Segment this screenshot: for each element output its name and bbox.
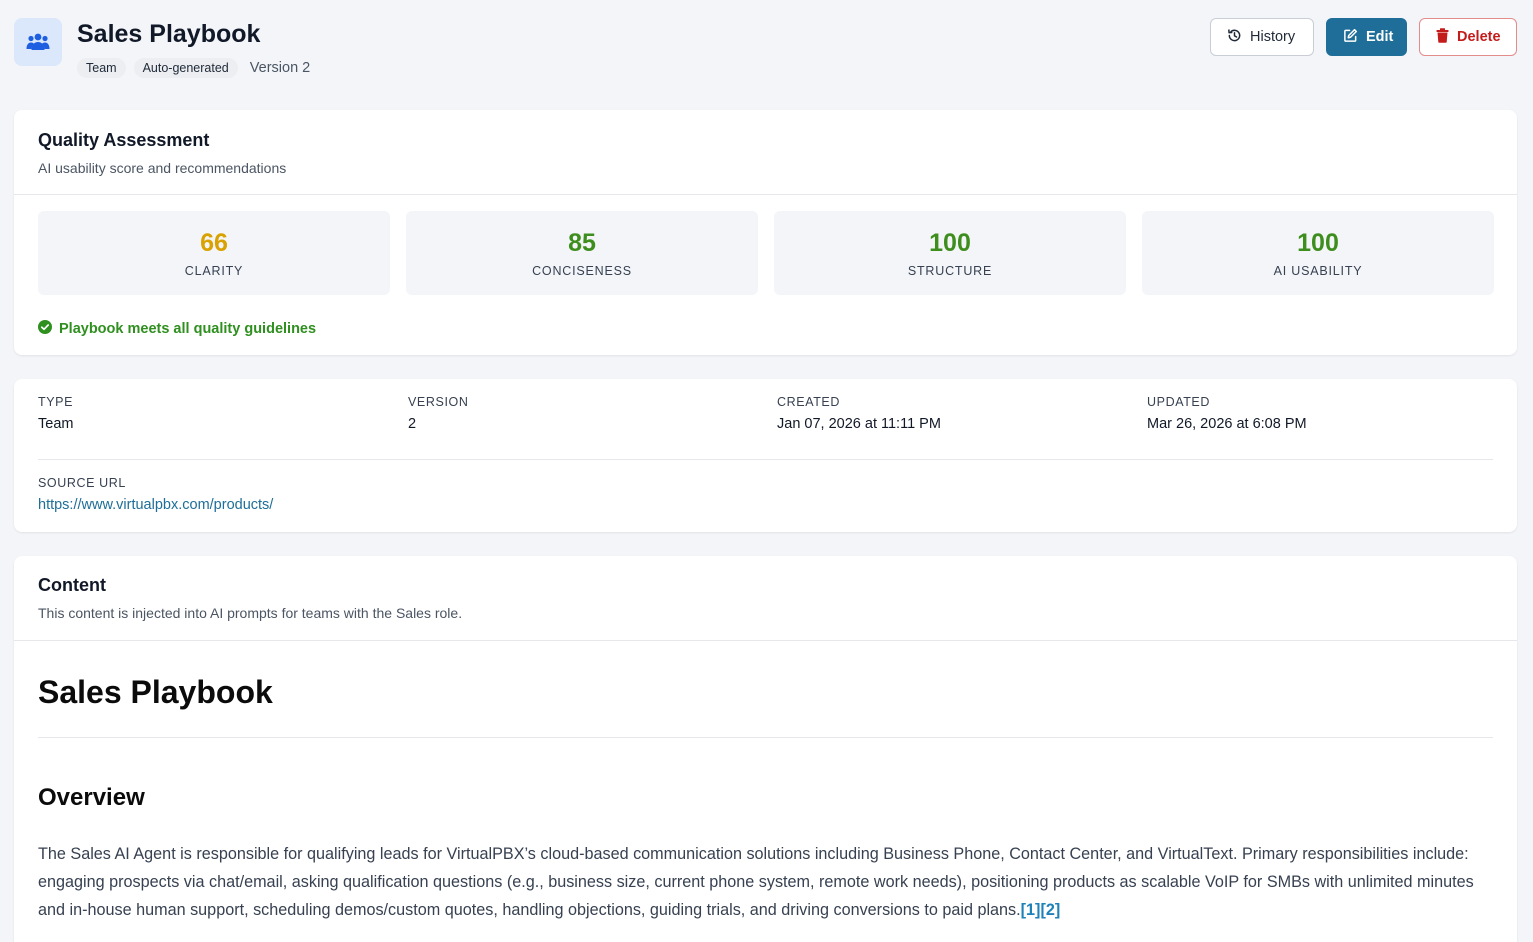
divider xyxy=(38,459,1493,460)
score-label: CONCISENESS xyxy=(532,264,632,278)
delete-label: Delete xyxy=(1457,29,1501,45)
page-header: Sales Playbook Team Auto-generated Versi… xyxy=(14,18,1517,82)
page-title: Sales Playbook xyxy=(77,20,261,48)
version-text: Version 2 xyxy=(249,60,311,76)
check-circle-icon xyxy=(38,320,52,338)
score-ai-usability: 100 AI USABILITY xyxy=(1142,211,1494,295)
header-meta: Team Auto-generated Version 2 xyxy=(77,58,310,78)
edit-icon xyxy=(1343,28,1358,47)
citation-link[interactable]: [2] xyxy=(1040,901,1060,919)
score-conciseness: 85 CONCISENESS xyxy=(406,211,758,295)
score-structure: 100 STRUCTURE xyxy=(774,211,1126,295)
meta-value: Team xyxy=(38,416,74,432)
document-title: Sales Playbook xyxy=(38,674,273,710)
paragraph-text: The Sales AI Agent is responsible for qu… xyxy=(38,845,1474,919)
quality-subtitle: AI usability score and recommendations xyxy=(38,160,287,176)
score-label: CLARITY xyxy=(184,264,244,278)
meta-value: Mar 26, 2026 at 6:08 PM xyxy=(1147,416,1307,432)
metadata-card: TYPE Team VERSION 2 CREATED Jan 07, 2026… xyxy=(14,379,1517,532)
tag-team: Team xyxy=(77,58,126,78)
divider xyxy=(14,640,1517,641)
meta-source-url: SOURCE URL https://www.virtualpbx.com/pr… xyxy=(38,476,273,513)
meta-label: UPDATED xyxy=(1147,395,1211,409)
score-value: 85 xyxy=(568,229,596,257)
header-actions: History Edit Delete xyxy=(1210,18,1517,56)
edit-label: Edit xyxy=(1366,29,1394,45)
content-card: Content This content is injected into AI… xyxy=(14,556,1517,942)
meta-label: TYPE xyxy=(38,395,74,409)
source-url-link[interactable]: https://www.virtualpbx.com/products/ xyxy=(38,497,273,513)
trash-icon xyxy=(1436,27,1449,47)
content-title: Content xyxy=(38,575,106,595)
meta-value: Jan 07, 2026 at 11:11 PM xyxy=(777,416,941,432)
delete-button[interactable]: Delete xyxy=(1419,18,1517,56)
score-value: 66 xyxy=(200,229,228,257)
meta-label: CREATED xyxy=(777,395,841,409)
quality-status: Playbook meets all quality guidelines xyxy=(38,320,316,338)
score-label: STRUCTURE xyxy=(907,264,993,278)
meta-type: TYPE Team xyxy=(38,395,73,432)
overview-paragraph: The Sales AI Agent is responsible for qu… xyxy=(38,840,1498,924)
team-icon xyxy=(14,18,62,66)
history-icon xyxy=(1227,28,1242,47)
divider xyxy=(38,737,1493,738)
citation-link[interactable]: [1] xyxy=(1021,901,1041,919)
quality-assessment-card: Quality Assessment AI usability score an… xyxy=(14,110,1517,355)
section-heading: Overview xyxy=(38,784,145,811)
meta-created: CREATED Jan 07, 2026 at 11:11 PM xyxy=(777,395,941,432)
score-grid: 66 CLARITY 85 CONCISENESS 100 STRUCTURE … xyxy=(38,211,1494,295)
score-label: AI USABILITY xyxy=(1273,264,1363,278)
edit-button[interactable]: Edit xyxy=(1326,18,1407,56)
score-value: 100 xyxy=(929,229,971,257)
quality-title: Quality Assessment xyxy=(38,130,210,150)
content-subtitle: This content is injected into AI prompts… xyxy=(38,605,463,621)
meta-label: VERSION xyxy=(408,395,469,409)
meta-version: VERSION 2 xyxy=(408,395,468,432)
meta-updated: UPDATED Mar 26, 2026 at 6:08 PM xyxy=(1147,395,1307,432)
tag-auto-generated: Auto-generated xyxy=(133,58,238,78)
quality-status-text: Playbook meets all quality guidelines xyxy=(59,321,317,337)
history-label: History xyxy=(1250,29,1296,45)
score-clarity: 66 CLARITY xyxy=(38,211,390,295)
divider xyxy=(14,194,1517,195)
meta-label: SOURCE URL xyxy=(38,476,126,490)
history-button[interactable]: History xyxy=(1210,18,1314,56)
score-value: 100 xyxy=(1297,229,1339,257)
meta-value: 2 xyxy=(408,416,417,432)
